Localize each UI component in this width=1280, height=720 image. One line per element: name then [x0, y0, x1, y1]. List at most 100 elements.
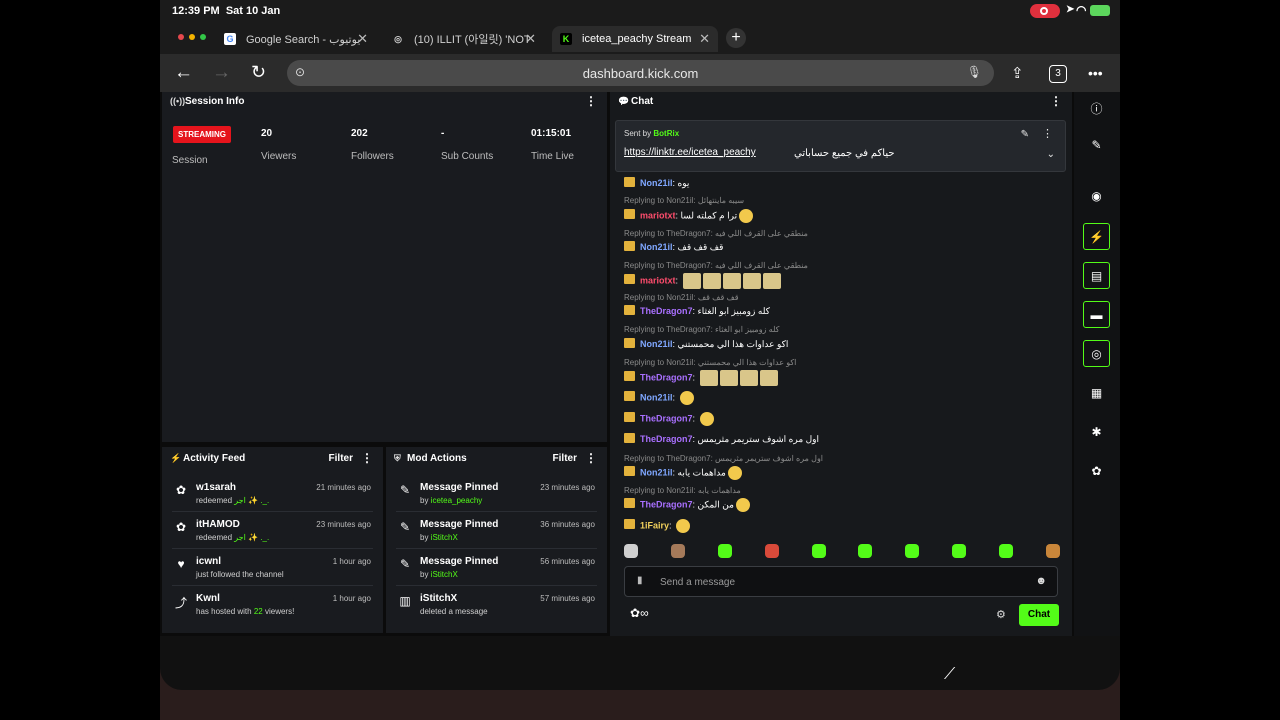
chat-colon: :	[672, 392, 678, 403]
crown-badge-icon	[624, 498, 635, 509]
emote-icon[interactable]	[811, 544, 826, 558]
screen-bezel-left	[0, 0, 160, 720]
chat-username[interactable]: Non21il	[640, 178, 673, 188]
filter-button[interactable]: Filter	[329, 453, 353, 464]
crown-badge-icon	[624, 241, 635, 251]
chat-bubble-icon[interactable]: ▬	[1083, 301, 1110, 328]
emote-icon[interactable]	[670, 544, 685, 558]
session-info-panel: ((•)) Session Info ⋮ STREAMING Session 2…	[162, 92, 607, 442]
crown-badge-icon	[624, 391, 635, 402]
emote-icon[interactable]	[952, 544, 967, 558]
emote-icon[interactable]	[905, 544, 920, 558]
crown-badge-icon	[624, 433, 635, 443]
more-options-icon[interactable]: ⋮	[1042, 127, 1053, 140]
tablet-screen: 12:39 PM Sat 10 Jan ➤ ◠ G Google Search …	[160, 0, 1120, 690]
more-options-icon[interactable]: ⋮	[585, 451, 597, 465]
tab-google-search[interactable]: G Google Search - يوتيوب ✕	[216, 26, 376, 52]
emoji-icon[interactable]: ☻	[1035, 575, 1047, 587]
activity-user[interactable]: w1sarah	[196, 482, 236, 493]
window-menu-icon[interactable]	[178, 34, 206, 40]
chat-username[interactable]: Non21il	[640, 339, 673, 349]
more-menu-icon[interactable]: •••	[1088, 65, 1103, 81]
activity-description: has hosted with 22 viewers!	[196, 607, 295, 616]
close-tab-icon[interactable]: ✕	[357, 31, 368, 47]
chat-username[interactable]: TheDragon7	[640, 306, 693, 316]
filter-button[interactable]: Filter	[553, 453, 577, 464]
channel-points-counter[interactable]: ✿∞	[630, 606, 649, 620]
streaming-badge: STREAMING	[173, 126, 231, 143]
emote-icon	[679, 391, 694, 405]
mod-action-title: Message Pinned	[420, 519, 499, 530]
more-options-icon[interactable]: ⋮	[1050, 94, 1062, 108]
more-options-icon[interactable]: ⋮	[361, 451, 373, 465]
microphone-icon[interactable]: 🎙	[967, 65, 982, 79]
tab-kick-stream[interactable]: K icetea_peachy Stream - Kick ✕	[552, 26, 718, 52]
chat-send-button[interactable]: Chat	[1019, 604, 1059, 626]
emote-icon	[739, 370, 758, 386]
chat-username[interactable]: TheDragon7	[640, 413, 693, 423]
emote-icon[interactable]	[999, 544, 1013, 558]
chat-username[interactable]: 1iFairy	[640, 520, 669, 530]
activity-description: redeemed اجر ✨ ._.	[196, 496, 270, 505]
emote-icon[interactable]	[764, 544, 779, 558]
close-tab-icon[interactable]: ✕	[525, 31, 536, 47]
chat-username[interactable]: mariotxt	[640, 210, 676, 220]
emote-icon[interactable]	[1045, 544, 1060, 558]
emote-icon[interactable]	[717, 544, 732, 558]
chat-input[interactable]: ▮ Send a message ☻	[624, 566, 1058, 597]
mod-action-title[interactable]: iStitchX	[420, 593, 457, 604]
channel-points-icon[interactable]: ✿	[1083, 458, 1110, 485]
forward-icon[interactable]: →	[212, 62, 231, 84]
activity-user[interactable]: Kwnl	[196, 593, 220, 604]
emote-icon[interactable]	[858, 544, 873, 558]
emote-icon	[682, 273, 701, 289]
gear-icon[interactable]: ⚙	[996, 608, 1006, 621]
broadcast-icon[interactable]: ◎	[1083, 340, 1110, 367]
users-icon[interactable]: ▦	[1083, 380, 1110, 407]
status-time: 12:39 PM Sat 10 Jan	[172, 5, 281, 17]
share-icon[interactable]: ⇪	[1011, 64, 1024, 82]
chat-username[interactable]: TheDragon7	[640, 434, 693, 444]
chat-username[interactable]: mariotxt	[640, 275, 676, 285]
crown-badge-icon	[624, 466, 635, 477]
chat-message: TheDragon7: اول مره اشوف ستريمر مثريمس	[624, 433, 819, 445]
tab-youtube-illit[interactable]: ◎ (10) ILLIT (아일릿) 'NOT CUTE ANYMORE' ✕	[384, 26, 544, 52]
chat-text: ترا م كملته لسا	[680, 210, 738, 221]
chat-username[interactable]: Non21il	[640, 467, 673, 477]
pin-icon[interactable]: ✎	[1021, 129, 1029, 140]
chat-message: TheDragon7: من المكن	[624, 498, 750, 512]
emote-icon[interactable]	[624, 544, 638, 558]
back-icon[interactable]: ←	[174, 62, 193, 84]
reload-icon[interactable]: ↻	[251, 62, 266, 83]
lightning-icon[interactable]: ⚡	[1083, 223, 1110, 250]
chat-text: من المكن	[697, 499, 734, 510]
chat-text: قف قف قف	[677, 242, 724, 252]
chat-username[interactable]: TheDragon7	[640, 499, 693, 509]
sub-counts-value: -	[441, 128, 445, 139]
chevron-down-icon[interactable]: ⌄	[1047, 149, 1055, 160]
close-tab-icon[interactable]: ✕	[699, 31, 710, 47]
notes-icon[interactable]: ▤	[1083, 262, 1110, 289]
more-options-icon[interactable]: ⋮	[585, 94, 597, 108]
info-icon[interactable]: ⓘ	[1083, 96, 1110, 123]
wrench-icon[interactable]: ✱	[1083, 419, 1110, 446]
pinned-link[interactable]: https://linktr.ee/icetea_peachy	[624, 147, 756, 158]
pencil-indicator-icon: ⟋	[944, 666, 956, 683]
emote-icon	[722, 273, 741, 289]
dashboard: ((•)) Session Info ⋮ STREAMING Session 2…	[160, 92, 1120, 636]
activity-feed-header: ⚡ Activity Feed Filter ⋮	[162, 449, 383, 469]
edit-icon[interactable]: ✎	[1083, 132, 1110, 159]
mod-actions-header: ⛨ Mod Actions Filter ⋮	[386, 449, 607, 469]
new-tab-button[interactable]: +	[726, 28, 746, 48]
chat-username[interactable]: Non21il	[640, 242, 673, 252]
url-field[interactable]: ⊙ dashboard.kick.com 🎙	[287, 60, 994, 86]
activity-user[interactable]: icwnl	[196, 556, 221, 567]
tab-count-button[interactable]: 3	[1049, 65, 1067, 83]
mod-action-by: by iStitchX	[420, 570, 458, 579]
chat-username[interactable]: TheDragon7	[640, 372, 693, 382]
camera-icon[interactable]: ◉	[1083, 183, 1110, 210]
chat-message: 1iFairy:	[624, 519, 691, 533]
followers-value: 202	[351, 128, 368, 139]
chat-username[interactable]: Non21il	[640, 392, 673, 402]
activity-user[interactable]: itHAMOD	[196, 519, 240, 530]
